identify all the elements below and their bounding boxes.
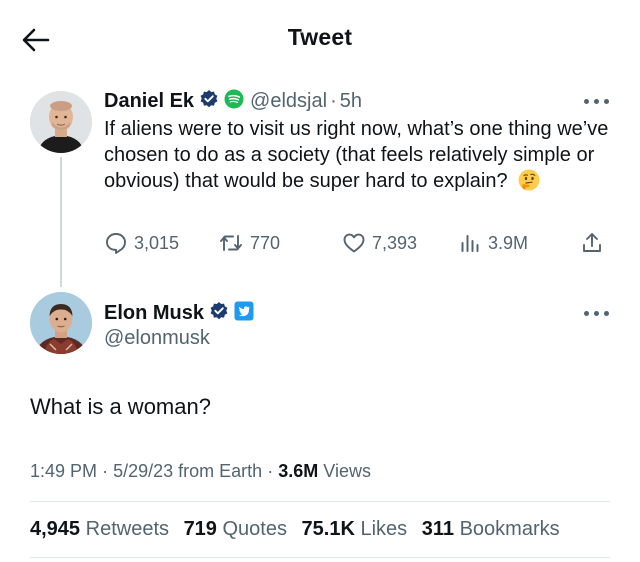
heart-icon: [343, 233, 365, 253]
avatar-image: [30, 292, 92, 354]
page-title: Tweet: [287, 24, 353, 50]
reply-icon: [106, 233, 126, 254]
like-count: 7,393: [372, 232, 418, 253]
views-label: Views: [323, 461, 371, 481]
reply-button[interactable]: 3,015: [104, 228, 179, 258]
dot-separator: ·: [267, 461, 274, 481]
more-dot-icon: [604, 311, 609, 316]
retweets-stat[interactable]: 4,945 Retweets: [30, 518, 169, 541]
author-handle[interactable]: @eldsjal: [250, 90, 327, 113]
tweet-time-ago[interactable]: 5h: [340, 90, 362, 113]
dot-separator: ·: [102, 461, 109, 481]
likes-count: 75.1K: [301, 518, 355, 540]
divider: [30, 501, 610, 502]
quotes-count: 719: [183, 518, 217, 540]
views-button[interactable]: 3.9M: [458, 228, 528, 258]
views-count: 3.9M: [488, 232, 529, 253]
likes-label: Likes: [360, 518, 408, 540]
tweet-meta: 1:49 PM · 5/29/23 from Earth · 3.6M View…: [30, 461, 371, 482]
avatar-image: [30, 91, 92, 153]
top-bar: Tweet: [0, 0, 640, 80]
avatar-elon-musk[interactable]: [30, 292, 92, 354]
author-row: Daniel Ek @eldsjal · 5h: [104, 88, 362, 114]
retweet-icon: [220, 235, 242, 251]
quotes-label: Quotes: [222, 518, 287, 540]
more-dot-icon: [604, 99, 609, 104]
reply-author-handle[interactable]: @elonmusk: [104, 327, 210, 350]
tweet-text: If aliens were to visit us right now, wh…: [104, 116, 614, 199]
share-icon: [583, 233, 601, 252]
thread-connector-line: [60, 157, 62, 287]
engagement-stats: 4,945 Retweets 719 Quotes 75.1K Likes 31…: [30, 518, 569, 541]
twitter-affiliate-icon[interactable]: [234, 301, 254, 326]
tweet-time[interactable]: 1:49 PM: [30, 461, 97, 481]
reply-tweet-text: What is a woman?: [30, 394, 211, 419]
reply-count: 3,015: [134, 232, 180, 253]
more-dot-icon: [594, 311, 599, 316]
verified-badge-icon: [199, 89, 219, 114]
views-chart-icon: [461, 235, 479, 252]
share-button[interactable]: [580, 228, 604, 258]
avatar-daniel-ek[interactable]: [30, 91, 92, 153]
bookmarks-count: 311: [421, 518, 455, 540]
thinking-face-emoji-icon: [517, 168, 541, 199]
likes-stat[interactable]: 75.1K Likes: [302, 518, 408, 541]
dot-separator: ·: [330, 89, 337, 112]
retweet-button[interactable]: 770: [218, 228, 280, 258]
divider: [30, 557, 610, 558]
bookmarks-label: Bookmarks: [459, 518, 560, 540]
views-number: 3.6M: [278, 461, 319, 481]
more-dot-icon: [584, 311, 589, 316]
bookmarks-stat[interactable]: 311 Bookmarks: [422, 518, 560, 541]
like-button[interactable]: 7,393: [342, 228, 417, 258]
spotify-affiliate-icon[interactable]: [224, 89, 244, 114]
more-dot-icon: [584, 99, 589, 104]
reply-author-name[interactable]: Elon Musk: [104, 302, 204, 325]
tweet-date[interactable]: 5/29/23: [113, 461, 173, 481]
tweet-actions: 3,015 770 7,393 3.9M: [104, 228, 614, 258]
retweets-count: 4,945: [30, 518, 81, 540]
more-options-button[interactable]: [584, 97, 610, 107]
retweets-label: Retweets: [85, 518, 169, 540]
verified-badge-icon: [209, 301, 229, 326]
more-options-button[interactable]: [584, 309, 610, 319]
author-name[interactable]: Daniel Ek: [104, 90, 194, 113]
reply-author-row: Elon Musk: [104, 300, 254, 326]
more-dot-icon: [594, 99, 599, 104]
quotes-stat[interactable]: 719 Quotes: [184, 518, 287, 541]
tweet-source: from Earth: [178, 461, 263, 481]
retweet-count: 770: [250, 232, 281, 253]
